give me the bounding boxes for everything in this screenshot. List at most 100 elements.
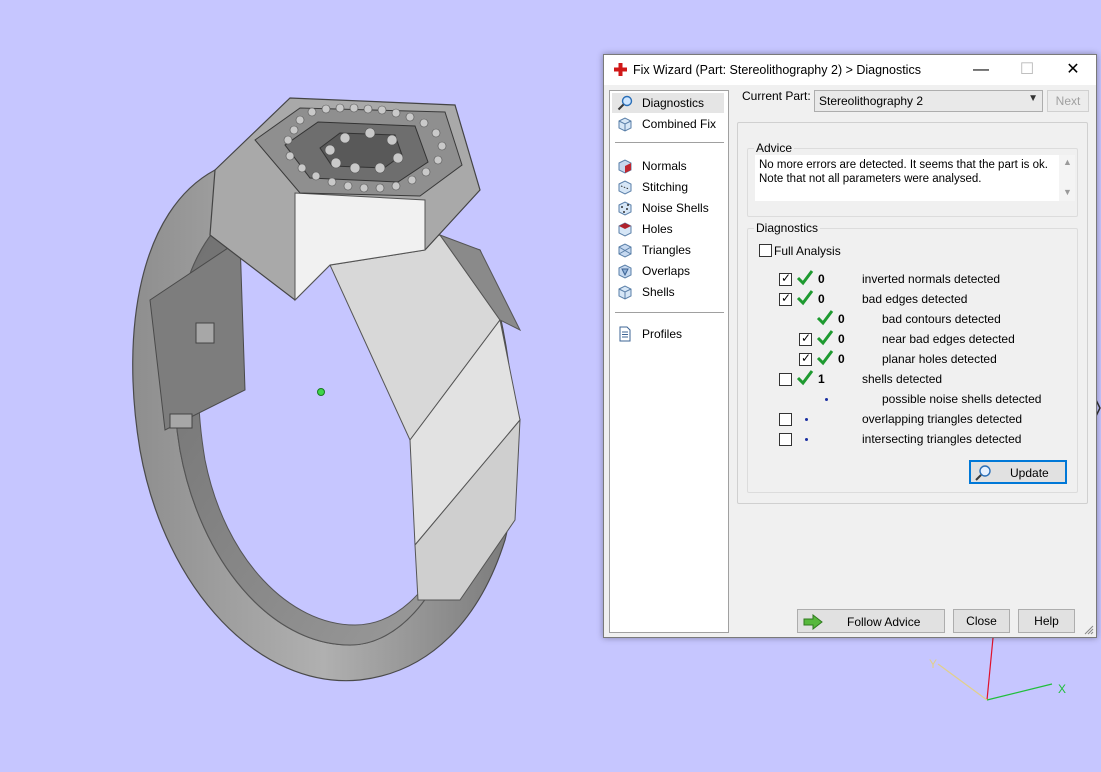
update-label: Update — [1010, 466, 1049, 480]
follow-advice-label: Follow Advice — [847, 615, 921, 629]
maximize-button: ☐ — [1019, 61, 1035, 78]
next-button: Next — [1047, 90, 1089, 112]
x-axis-label: X — [1058, 682, 1066, 696]
axis-gizmo: X Y — [929, 637, 1066, 701]
current-part-label: Current Part: — [742, 89, 811, 103]
advice-textbox[interactable]: No more errors are detected. It seems th… — [755, 155, 1075, 201]
inverted-normals-count: 0 — [818, 272, 825, 286]
green-check-icon — [796, 290, 814, 306]
document-icon — [619, 326, 631, 342]
nav-label: Diagnostics — [642, 96, 705, 110]
nav-item-combined-fix[interactable]: Combined Fix — [612, 114, 724, 134]
bad-contours-label: bad contours detected — [882, 312, 1001, 326]
green-check-icon — [796, 270, 814, 286]
nav-label: Overlaps — [642, 264, 691, 278]
close-button[interactable]: Close — [953, 609, 1010, 633]
overlapping-triangles-label: overlapping triangles detected — [862, 412, 1023, 426]
y-axis-label: Y — [929, 657, 937, 671]
follow-advice-button[interactable]: Follow Advice — [797, 609, 945, 633]
chevron-down-icon: ▼ — [1028, 93, 1038, 104]
stitching-icon — [618, 180, 632, 195]
advice-text: No more errors are detected. It seems th… — [759, 158, 1049, 186]
green-check-icon — [816, 330, 834, 346]
nav-label: Profiles — [642, 327, 683, 341]
scroll-down-icon[interactable]: ▼ — [1063, 187, 1072, 197]
title-bar[interactable]: Fix Wizard (Part: Stereolithography 2) >… — [604, 55, 1096, 85]
nav-divider — [615, 312, 724, 313]
scroll-up-icon[interactable]: ▲ — [1063, 157, 1072, 167]
triangles-icon — [618, 243, 632, 258]
shells-checkbox[interactable] — [779, 373, 792, 386]
nav-item-shells[interactable]: Shells — [612, 282, 724, 302]
bad-edges-checkbox[interactable] — [779, 291, 792, 306]
bad-edges-count: 0 — [818, 292, 825, 306]
near-bad-edges-checkbox[interactable] — [799, 331, 812, 346]
inverted-normals-checkbox[interactable] — [779, 271, 792, 286]
nav-item-holes[interactable]: Holes — [612, 219, 724, 239]
near-bad-edges-label: near bad edges detected — [882, 332, 1015, 346]
shells-label: shells detected — [862, 372, 943, 386]
full-analysis-checkbox[interactable] — [759, 244, 772, 257]
normals-cube-icon — [618, 159, 632, 174]
nav-label: Stitching — [642, 180, 689, 194]
update-button[interactable]: Update — [969, 460, 1067, 484]
nav-label: Holes — [642, 222, 673, 236]
diagnostics-group: Diagnostics Full Analysis 0 inverted nor… — [747, 221, 1078, 493]
close-window-button[interactable]: ✕ — [1050, 55, 1096, 85]
nav-label: Noise Shells — [642, 201, 709, 215]
green-check-icon — [816, 350, 834, 366]
nav-item-triangles[interactable]: Triangles — [612, 240, 724, 260]
nav-label: Combined Fix — [642, 117, 717, 131]
bad-edges-label: bad edges detected — [862, 292, 968, 306]
nav-label: Triangles — [642, 243, 691, 257]
minimize-button[interactable]: — — [958, 55, 1004, 85]
near-bad-edges-count: 0 — [838, 332, 845, 346]
planar-holes-checkbox[interactable] — [799, 351, 812, 366]
current-part-select[interactable]: Stereolithography 2 ▼ — [814, 90, 1043, 112]
ring-model[interactable] — [132, 97, 522, 682]
red-cross-icon — [614, 63, 627, 76]
noise-shells-icon — [618, 201, 632, 216]
diagnostics-title: Diagnostics — [754, 221, 821, 235]
pending-dot-icon — [825, 398, 828, 401]
nav-item-noise-shells[interactable]: Noise Shells — [612, 198, 724, 218]
planar-holes-count: 0 — [838, 352, 845, 366]
resize-grip-icon[interactable] — [1084, 625, 1094, 635]
overlaps-icon — [618, 264, 632, 279]
bad-contours-count: 0 — [838, 312, 845, 326]
nav-divider — [615, 142, 724, 143]
nav-label: Normals — [642, 159, 687, 173]
nav-item-diagnostics[interactable]: Diagnostics — [612, 93, 724, 113]
green-arrow-icon — [803, 614, 823, 630]
inverted-normals-label: inverted normals detected — [862, 272, 1001, 286]
noise-shells-label: possible noise shells detected — [882, 392, 1042, 406]
wizard-nav: Diagnostics Combined Fix Normals Stitchi… — [609, 90, 729, 633]
nav-label: Shells — [642, 285, 675, 299]
fix-wizard-dialog: Fix Wizard (Part: Stereolithography 2) >… — [603, 54, 1097, 638]
green-check-icon — [796, 370, 814, 386]
help-button[interactable]: Help — [1018, 609, 1075, 633]
full-analysis-label: Full Analysis — [774, 244, 841, 258]
window-title: Fix Wizard (Part: Stereolithography 2) >… — [633, 63, 921, 77]
current-part-value: Stereolithography 2 — [819, 94, 924, 108]
advice-title: Advice — [754, 141, 795, 155]
advice-line-1: No more errors are detected. It seems th… — [759, 159, 1048, 171]
magnifier-icon — [617, 95, 633, 111]
pending-dot-icon — [805, 418, 808, 421]
green-check-icon — [816, 310, 834, 326]
intersecting-triangles-label: intersecting triangles detected — [862, 432, 1022, 446]
rotation-center-marker — [317, 388, 325, 396]
diagnostics-panel: Advice No more errors are detected. It s… — [737, 122, 1088, 504]
nav-item-profiles[interactable]: Profiles — [612, 324, 724, 344]
advice-line-2: Note that not all parameters were analys… — [759, 173, 982, 185]
advice-scrollbar[interactable]: ▲ ▼ — [1059, 155, 1075, 201]
nav-item-normals[interactable]: Normals — [612, 156, 724, 176]
nav-item-overlaps[interactable]: Overlaps — [612, 261, 724, 281]
intersecting-triangles-checkbox[interactable] — [779, 433, 792, 446]
planar-holes-label: planar holes detected — [882, 352, 997, 366]
cube-icon — [618, 117, 632, 132]
overlapping-triangles-checkbox[interactable] — [779, 413, 792, 426]
advice-group: Advice No more errors are detected. It s… — [747, 141, 1078, 217]
holes-icon — [618, 222, 632, 237]
nav-item-stitching[interactable]: Stitching — [612, 177, 724, 197]
